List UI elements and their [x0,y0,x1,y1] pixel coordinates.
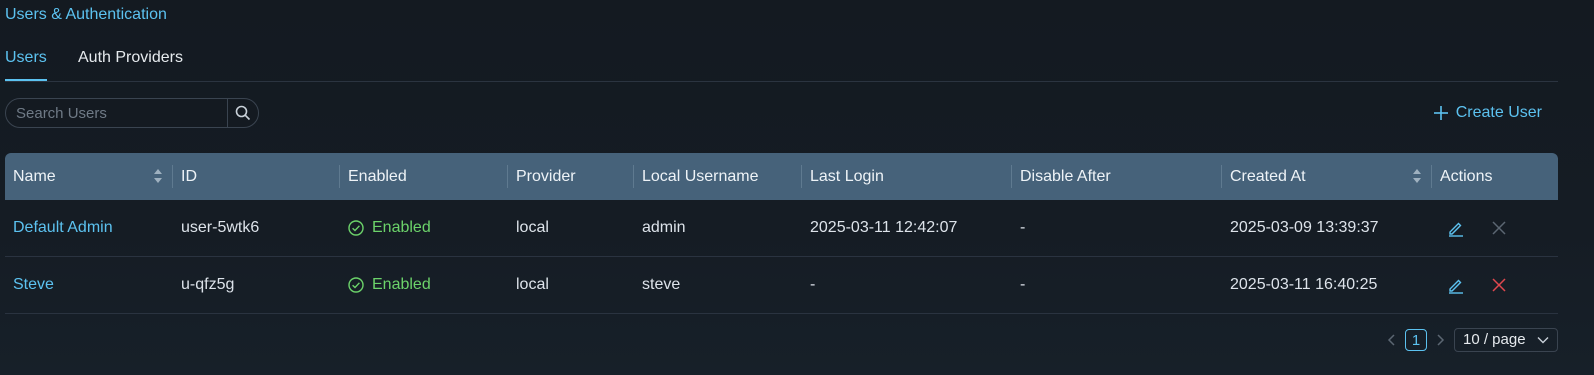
search-button[interactable] [227,99,258,127]
column-header-name[interactable]: Name [5,153,173,200]
page-size-value: 10 / page [1463,331,1526,348]
last-login: 2025-03-11 12:42:07 [810,219,958,236]
user-id: user-5wtk6 [181,219,260,236]
chevron-right-icon[interactable] [1435,333,1445,347]
table-header: Name ID Enabled Provider Local Username … [5,153,1558,200]
users-table: Name ID Enabled Provider Local Username … [5,153,1558,314]
search-input[interactable] [6,99,230,127]
provider: local [516,276,549,293]
column-header-last-login: Last Login [802,153,1012,200]
created-at: 2025-03-09 13:39:37 [1230,219,1379,236]
column-header-actions: Actions [1440,168,1493,185]
search-box [5,98,259,128]
provider: local [516,219,549,236]
column-header-enabled: Enabled [340,153,508,200]
column-header-local-username: Local Username [634,153,802,200]
chevron-left-icon[interactable] [1387,333,1397,347]
enabled-status: Enabled [340,257,431,313]
tab-auth-providers[interactable]: Auth Providers [78,48,183,80]
delete-icon-disabled [1492,221,1506,235]
disable-after: - [1020,276,1026,293]
local-username: admin [642,219,686,236]
table-row: Steve u-qfz5g Enabled local steve - - 20… [5,257,1558,314]
column-header-created-at[interactable]: Created At [1222,153,1432,200]
check-circle-icon [348,277,364,293]
create-user-label: Create User [1455,104,1542,121]
last-login: - [810,276,816,293]
plus-icon [1433,106,1448,120]
search-icon [235,105,251,121]
column-header-id: ID [173,153,340,200]
tab-users[interactable]: Users [5,48,47,81]
table-row: Default Admin user-5wtk6 Enabled local a… [5,200,1558,257]
user-id: u-qfz5g [181,276,235,293]
created-at: 2025-03-11 16:40:25 [1230,276,1378,293]
column-header-disable-after: Disable After [1012,153,1222,200]
sort-icon[interactable] [1412,168,1422,184]
user-name-link[interactable]: Steve [5,257,54,313]
tab-bar: Users Auth Providers [5,48,1558,82]
page-number-current[interactable]: 1 [1405,329,1427,351]
enabled-status: Enabled [340,200,431,256]
sort-icon[interactable] [153,168,163,184]
local-username: steve [642,276,681,293]
user-name-link[interactable]: Default Admin [5,200,113,256]
delete-icon[interactable] [1490,276,1508,294]
enabled-label: Enabled [372,219,431,236]
edit-icon[interactable] [1447,219,1465,237]
page-size-select[interactable]: 10 / page [1454,328,1558,352]
edit-icon[interactable] [1447,276,1465,294]
check-circle-icon [348,220,364,236]
page-title: Users & Authentication [5,6,167,23]
column-header-provider: Provider [508,153,634,200]
create-user-button[interactable]: Create User [1433,103,1542,123]
chevron-down-icon [1537,337,1549,344]
enabled-label: Enabled [372,276,431,293]
disable-after: - [1020,219,1026,236]
